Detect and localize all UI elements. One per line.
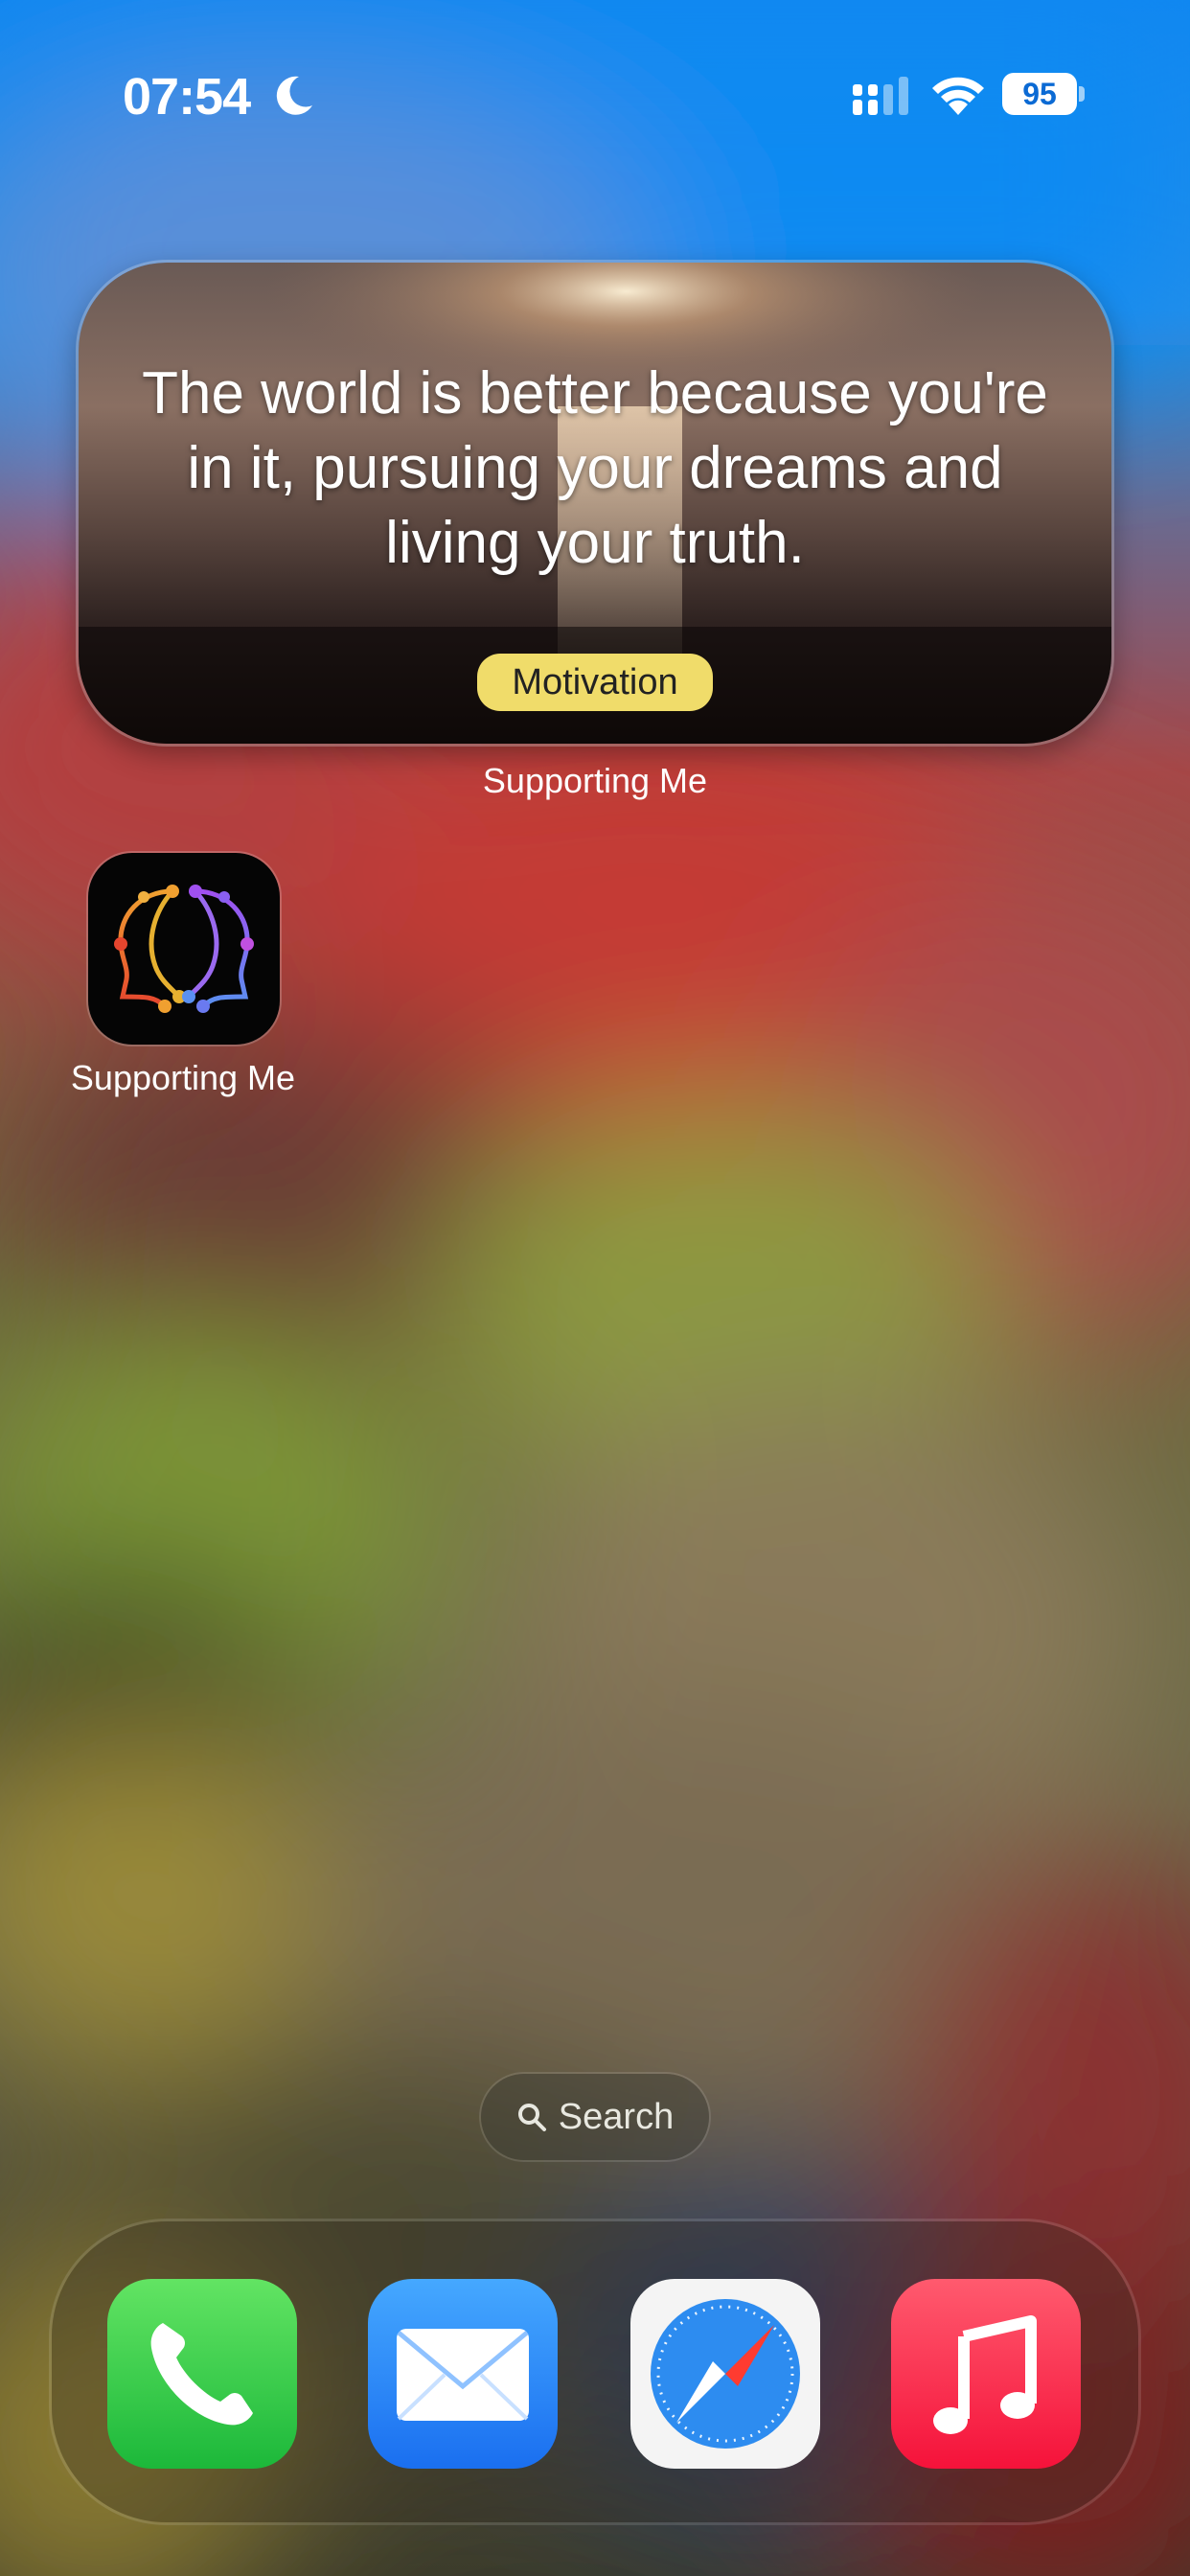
search-label: Search: [558, 2096, 675, 2137]
mail-icon[interactable]: [368, 2279, 558, 2469]
safari-icon[interactable]: [630, 2279, 820, 2469]
mail-glyph: [368, 2279, 558, 2469]
battery-tip: [1079, 86, 1085, 102]
search-button[interactable]: Search: [481, 2074, 709, 2160]
battery-icon: 95: [1002, 73, 1085, 115]
wifi-icon: [932, 77, 984, 115]
status-bar: 07:54 95: [0, 0, 1190, 192]
phone-glyph: [107, 2279, 297, 2469]
widget-tag: Motivation: [477, 654, 713, 711]
search-icon: [517, 2104, 546, 2131]
supporting-me-app-icon[interactable]: [88, 853, 280, 1045]
app-label: Supporting Me: [70, 1058, 296, 1097]
supporting-me-logo: [114, 885, 254, 1013]
music-glyph: [891, 2279, 1081, 2469]
widget-label: Supporting Me: [482, 761, 708, 800]
safari-glyph: [630, 2279, 820, 2469]
phone-icon[interactable]: [107, 2279, 297, 2469]
quote-widget[interactable]: The world is better because you're in it…: [79, 263, 1111, 744]
music-icon[interactable]: [891, 2279, 1081, 2469]
battery-level: 95: [1002, 73, 1077, 115]
status-time: 07:54: [123, 68, 251, 126]
widget-quote: The world is better because you're in it…: [142, 360, 1048, 576]
signal-icon: [853, 77, 908, 115]
moon-icon: [276, 76, 312, 115]
